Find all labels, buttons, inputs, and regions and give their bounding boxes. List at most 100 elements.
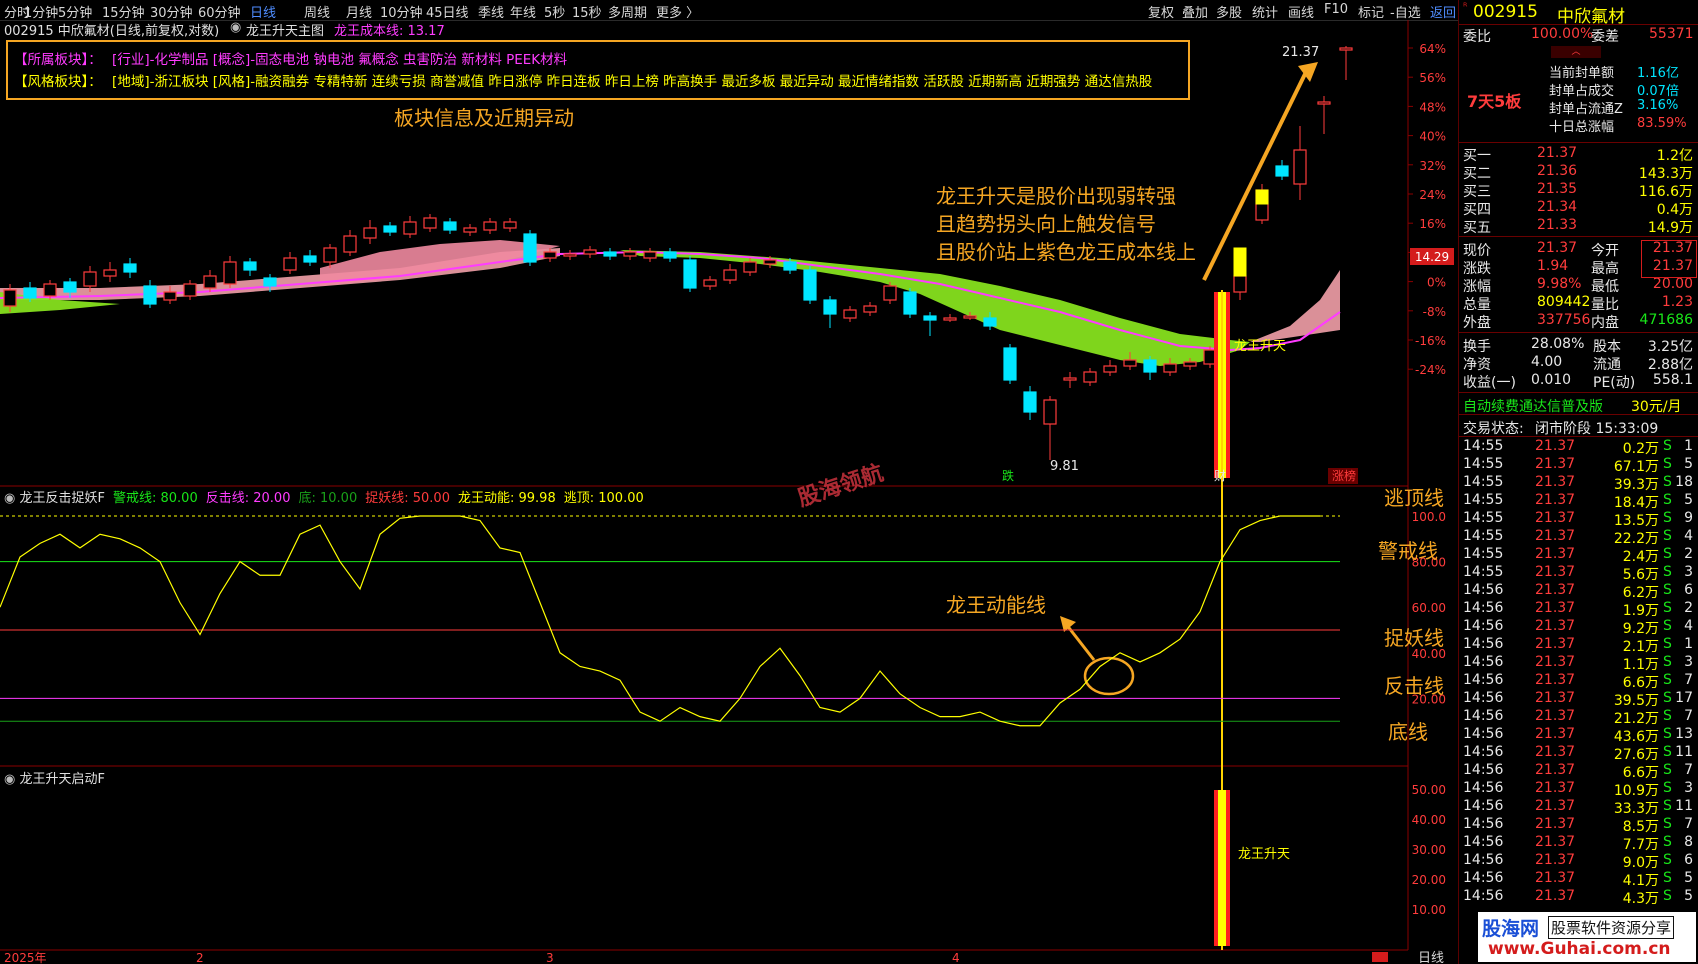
- candle-body: [423, 217, 437, 229]
- tick-count: 6: [1684, 852, 1693, 868]
- tick-price: 21.37: [1535, 654, 1576, 670]
- tick-row: 14:55 21.37 13.5万 S 9: [1459, 510, 1698, 529]
- sub2-chart[interactable]: 50.00 40.00 30.00 20.00 10.00 龙王升天: [1214, 783, 1446, 946]
- candle-body: [1083, 371, 1097, 383]
- sub2-title[interactable]: 龙王升天启动F: [19, 772, 104, 787]
- candle-body: [1163, 363, 1177, 373]
- sub1-param-label: 捉妖线:: [365, 491, 409, 506]
- seal-value: 3.16%: [1637, 98, 1679, 113]
- sub1-param-value: 99.98: [518, 491, 556, 506]
- sub1-title[interactable]: 龙王反击捉妖F: [19, 491, 104, 506]
- candle-body: [1233, 275, 1247, 293]
- bid-volume: 143.3万: [1638, 166, 1693, 182]
- launch-bar-inner: [1218, 790, 1226, 946]
- site-watermark: 股海网 股票软件资源分享 www.Guhai.com.cn: [1478, 912, 1696, 962]
- tick-time: 14:56: [1463, 726, 1504, 742]
- stat-row: 外盘 337756 内盘 471686: [1459, 312, 1698, 331]
- promo-text[interactable]: 自动续费通达信普及版: [1463, 396, 1603, 416]
- tick-price: 21.37: [1535, 618, 1576, 634]
- bid-price: 21.36: [1537, 163, 1578, 179]
- tick-price: 21.37: [1535, 798, 1576, 814]
- candle-body: [863, 305, 877, 313]
- tick-price: 21.37: [1535, 708, 1576, 724]
- tick-side: S: [1663, 888, 1672, 904]
- tick-side: S: [1663, 528, 1672, 544]
- promo-row: 自动续费通达信普及版 30元/月: [1459, 396, 1698, 416]
- tick-row: 14:56 21.37 2.1万 S 1: [1459, 636, 1698, 655]
- candle-body: [323, 247, 337, 263]
- candle-body: [1143, 359, 1157, 373]
- sector-label: 【所属板块】：: [14, 52, 102, 68]
- bid-price: 21.35: [1537, 181, 1578, 197]
- tick-time: 14:56: [1463, 852, 1504, 868]
- sub1-dot-icon[interactable]: ◉: [4, 491, 19, 506]
- tick-row: 14:56 21.37 8.5万 S 7: [1459, 816, 1698, 835]
- stat2-label: 收益(一): [1463, 375, 1516, 391]
- tick-time: 14:55: [1463, 528, 1504, 544]
- tick-time: 14:56: [1463, 762, 1504, 778]
- counter-line-label: 反击线: [1384, 674, 1444, 698]
- period-tab-daily[interactable]: 日线: [1418, 951, 1444, 964]
- sub2-header: ◉ 龙王升天启动F: [4, 768, 105, 787]
- quote-title: ᴿ 002915 中欣氟材: [1459, 2, 1698, 27]
- candle-body: [243, 261, 257, 271]
- bid-label: 买四: [1463, 202, 1491, 218]
- bid-volume: 1.2亿: [1656, 148, 1693, 164]
- watermark-tag: 股票软件资源分享: [1548, 916, 1675, 939]
- tick-volume: 2.4万: [1622, 549, 1659, 565]
- tick-volume: 13.5万: [1613, 513, 1659, 529]
- status-row: 交易状态: 闭市阶段 15:33:09: [1459, 418, 1698, 437]
- catch-line-label: 捉妖线: [1384, 626, 1444, 650]
- candle-body: [283, 257, 297, 271]
- stat2-value-2: 2.88亿: [1647, 357, 1693, 373]
- bid-row: 买四 21.34 0.4万: [1459, 199, 1698, 218]
- watermark-url: www.Guhai.com.cn: [1488, 939, 1671, 959]
- tick-side: S: [1663, 726, 1672, 742]
- chart-canvas[interactable]: 64%56%48%40%32%24%16%8%0%-8%-16%-24%14.2…: [0, 0, 1458, 964]
- candle-body: [1043, 399, 1057, 425]
- tick-volume: 18.4万: [1613, 495, 1659, 511]
- seal-label: 封单占成交: [1549, 84, 1615, 99]
- stat-value: 809442: [1537, 294, 1591, 310]
- stat-label-2: 内盘: [1591, 315, 1619, 331]
- candle-body: [803, 269, 817, 301]
- sub2-tick-label: 50.00: [1412, 783, 1446, 797]
- panel-divider: [1459, 392, 1698, 393]
- tick-price: 21.37: [1535, 600, 1576, 616]
- candle-body: [163, 291, 177, 301]
- tick-row: 14:56 21.37 7.7万 S 8: [1459, 834, 1698, 853]
- tick-side: S: [1663, 546, 1672, 562]
- promo-price[interactable]: 30元/月: [1631, 396, 1682, 416]
- sub1-chart[interactable]: 100.080.0060.0040.0020.00: [0, 510, 1446, 727]
- open-high-highlight: [1641, 240, 1697, 278]
- tick-side: S: [1663, 708, 1672, 724]
- tick-row: 14:56 21.37 6.2万 S 6: [1459, 582, 1698, 601]
- stat-value-2: 1.23: [1661, 294, 1693, 310]
- band-signal-tag: 龙王升天: [1234, 339, 1286, 354]
- stat2-value: 28.08%: [1531, 336, 1585, 352]
- tick-row: 14:56 21.37 27.6万 S 11: [1459, 744, 1698, 763]
- stat-row: 涨幅 9.98% 最低 20.00: [1459, 276, 1698, 295]
- tick-count: 17: [1675, 690, 1693, 706]
- stat-value: 337756: [1537, 312, 1591, 328]
- stat2-value-2: 3.25亿: [1647, 339, 1693, 355]
- tick-price: 21.37: [1535, 474, 1576, 490]
- price-tick-label: 64%: [1419, 42, 1446, 56]
- tick-count: 1: [1684, 438, 1693, 454]
- stat2-value: 4.00: [1531, 354, 1563, 370]
- sub2-dot-icon[interactable]: ◉: [4, 772, 19, 787]
- tick-row: 14:55 21.37 18.4万 S 5: [1459, 492, 1698, 511]
- sub1-param-label: 反击线:: [205, 491, 250, 506]
- candle-body: [843, 309, 857, 319]
- high-price-label: 21.37: [1282, 45, 1319, 60]
- tick-count: 5: [1684, 870, 1693, 886]
- candle-body: [403, 221, 417, 235]
- weicha-label: 委差: [1591, 29, 1619, 45]
- sub1-param-label: 龙王动能:: [457, 491, 515, 506]
- tick-side: S: [1663, 618, 1672, 634]
- tick-side: S: [1663, 564, 1672, 580]
- tick-count: 9: [1684, 510, 1693, 526]
- tick-row: 14:56 21.37 4.1万 S 5: [1459, 870, 1698, 889]
- collapse-toggle-icon[interactable]: ︿: [1551, 46, 1601, 58]
- tick-time: 14:55: [1463, 456, 1504, 472]
